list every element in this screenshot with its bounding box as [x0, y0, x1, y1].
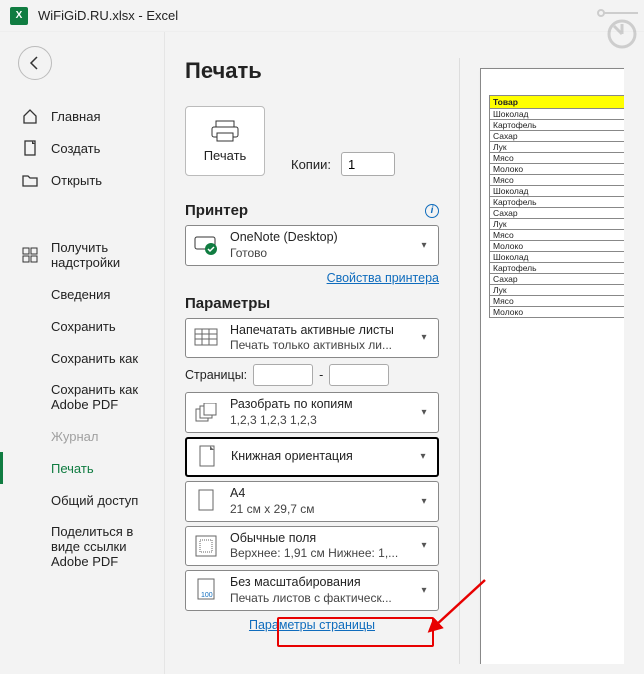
preview-cell: Шоколад [489, 186, 624, 197]
svg-text:100: 100 [201, 592, 213, 599]
preview-cell: Картофель [489, 197, 624, 208]
window-title: WiFiGiD.RU.xlsx - Excel [38, 8, 178, 23]
copies-label: Копии: [291, 157, 331, 172]
preview-cell: Молоко [489, 307, 624, 318]
margins-dropdown[interactable]: Обычные поля Верхнее: 1,91 см Нижнее: 1,… [185, 526, 439, 567]
pages-from-input[interactable] [253, 364, 313, 386]
info-icon[interactable]: i [425, 204, 439, 218]
chevron-down-icon: ▾ [418, 240, 430, 251]
preview-cell: Сахар [489, 131, 624, 142]
preview-cell: Сахар [489, 274, 624, 285]
sidebar-item-6[interactable]: Сохранить как [0, 342, 164, 374]
preview-cell: Мясо [489, 153, 624, 164]
excel-app-icon: X [10, 7, 28, 25]
watermark-logo [594, 6, 638, 50]
annotation-highlight [277, 617, 434, 647]
printer-dropdown[interactable]: OneNote (Desktop) Готово ▾ [185, 225, 439, 266]
orientation-dropdown[interactable]: Книжная ориентация ▾ [185, 437, 439, 477]
page-heading: Печать [185, 58, 439, 84]
copies-input[interactable] [341, 152, 395, 176]
preview-cell: Молоко [489, 164, 624, 175]
chevron-down-icon: ▾ [418, 332, 430, 343]
print-preview: Товар ШоколадКартофельСахарЛукМясоМолоко… [459, 58, 624, 664]
sheets-icon [192, 324, 220, 352]
preview-cell: Мясо [489, 175, 624, 186]
preview-cell: Мясо [489, 296, 624, 307]
preview-header: Товар [489, 95, 624, 109]
printer-properties-link[interactable]: Свойства принтера [327, 271, 439, 285]
print-button-label: Печать [204, 148, 247, 163]
printer-icon [210, 120, 240, 142]
print-button[interactable]: Печать [185, 106, 265, 176]
back-button[interactable] [18, 46, 52, 80]
chevron-down-icon: ▾ [418, 496, 430, 507]
pages-to-input[interactable] [329, 364, 389, 386]
annotation-arrow [425, 576, 490, 636]
margins-icon [192, 532, 220, 560]
page-icon [192, 487, 220, 515]
preview-cell: Лук [489, 142, 624, 153]
sidebar-item-8[interactable]: Журнал [0, 420, 164, 452]
sidebar-item-5[interactable]: Сохранить [0, 310, 164, 342]
chevron-down-icon: ▾ [417, 451, 429, 462]
preview-cell: Мясо [489, 230, 624, 241]
sidebar-item-11[interactable]: Поделиться в виде ссылки Adobe PDF [0, 516, 164, 577]
paper-size-dropdown[interactable]: A4 21 см x 29,7 см ▾ [185, 481, 439, 522]
printer-section-title: Принтер [185, 202, 248, 219]
collate-icon [192, 399, 220, 427]
chevron-down-icon: ▾ [418, 407, 430, 418]
sidebar-item-9[interactable]: Печать [0, 452, 164, 484]
printer-status-icon [192, 231, 220, 259]
print-what-dropdown[interactable]: Напечатать активные листы Печать только … [185, 318, 439, 359]
home-icon [22, 108, 38, 124]
open-icon [22, 172, 38, 188]
sidebar-item-4[interactable]: Сведения [0, 278, 164, 310]
preview-cell: Лук [489, 219, 624, 230]
chevron-down-icon: ▾ [418, 540, 430, 551]
sidebar-item-2[interactable]: Открыть [0, 164, 164, 196]
preview-cell: Лук [489, 285, 624, 296]
pages-label: Страницы: [185, 368, 247, 382]
scaling-dropdown[interactable]: 100 Без масштабирования Печать листов с … [185, 570, 439, 611]
preview-cell: Молоко [489, 241, 624, 252]
sidebar-item-3[interactable]: Получить надстройки [0, 232, 164, 278]
addins-icon [22, 247, 38, 263]
collate-dropdown[interactable]: Разобрать по копиям 1,2,3 1,2,3 1,2,3 ▾ [185, 392, 439, 433]
preview-cell: Картофель [489, 263, 624, 274]
new-icon [22, 140, 38, 156]
scaling-icon: 100 [192, 576, 220, 604]
sidebar-item-1[interactable]: Создать [0, 132, 164, 164]
sidebar-item-0[interactable]: Главная [0, 100, 164, 132]
preview-cell: Картофель [489, 120, 624, 131]
sidebar-item-10[interactable]: Общий доступ [0, 484, 164, 516]
preview-cell: Шоколад [489, 252, 624, 263]
portrait-icon [193, 443, 221, 471]
preview-cell: Шоколад [489, 109, 624, 120]
params-section-title: Параметры [185, 295, 270, 312]
sidebar-item-7[interactable]: Сохранить как Adobe PDF [0, 374, 164, 420]
preview-cell: Сахар [489, 208, 624, 219]
